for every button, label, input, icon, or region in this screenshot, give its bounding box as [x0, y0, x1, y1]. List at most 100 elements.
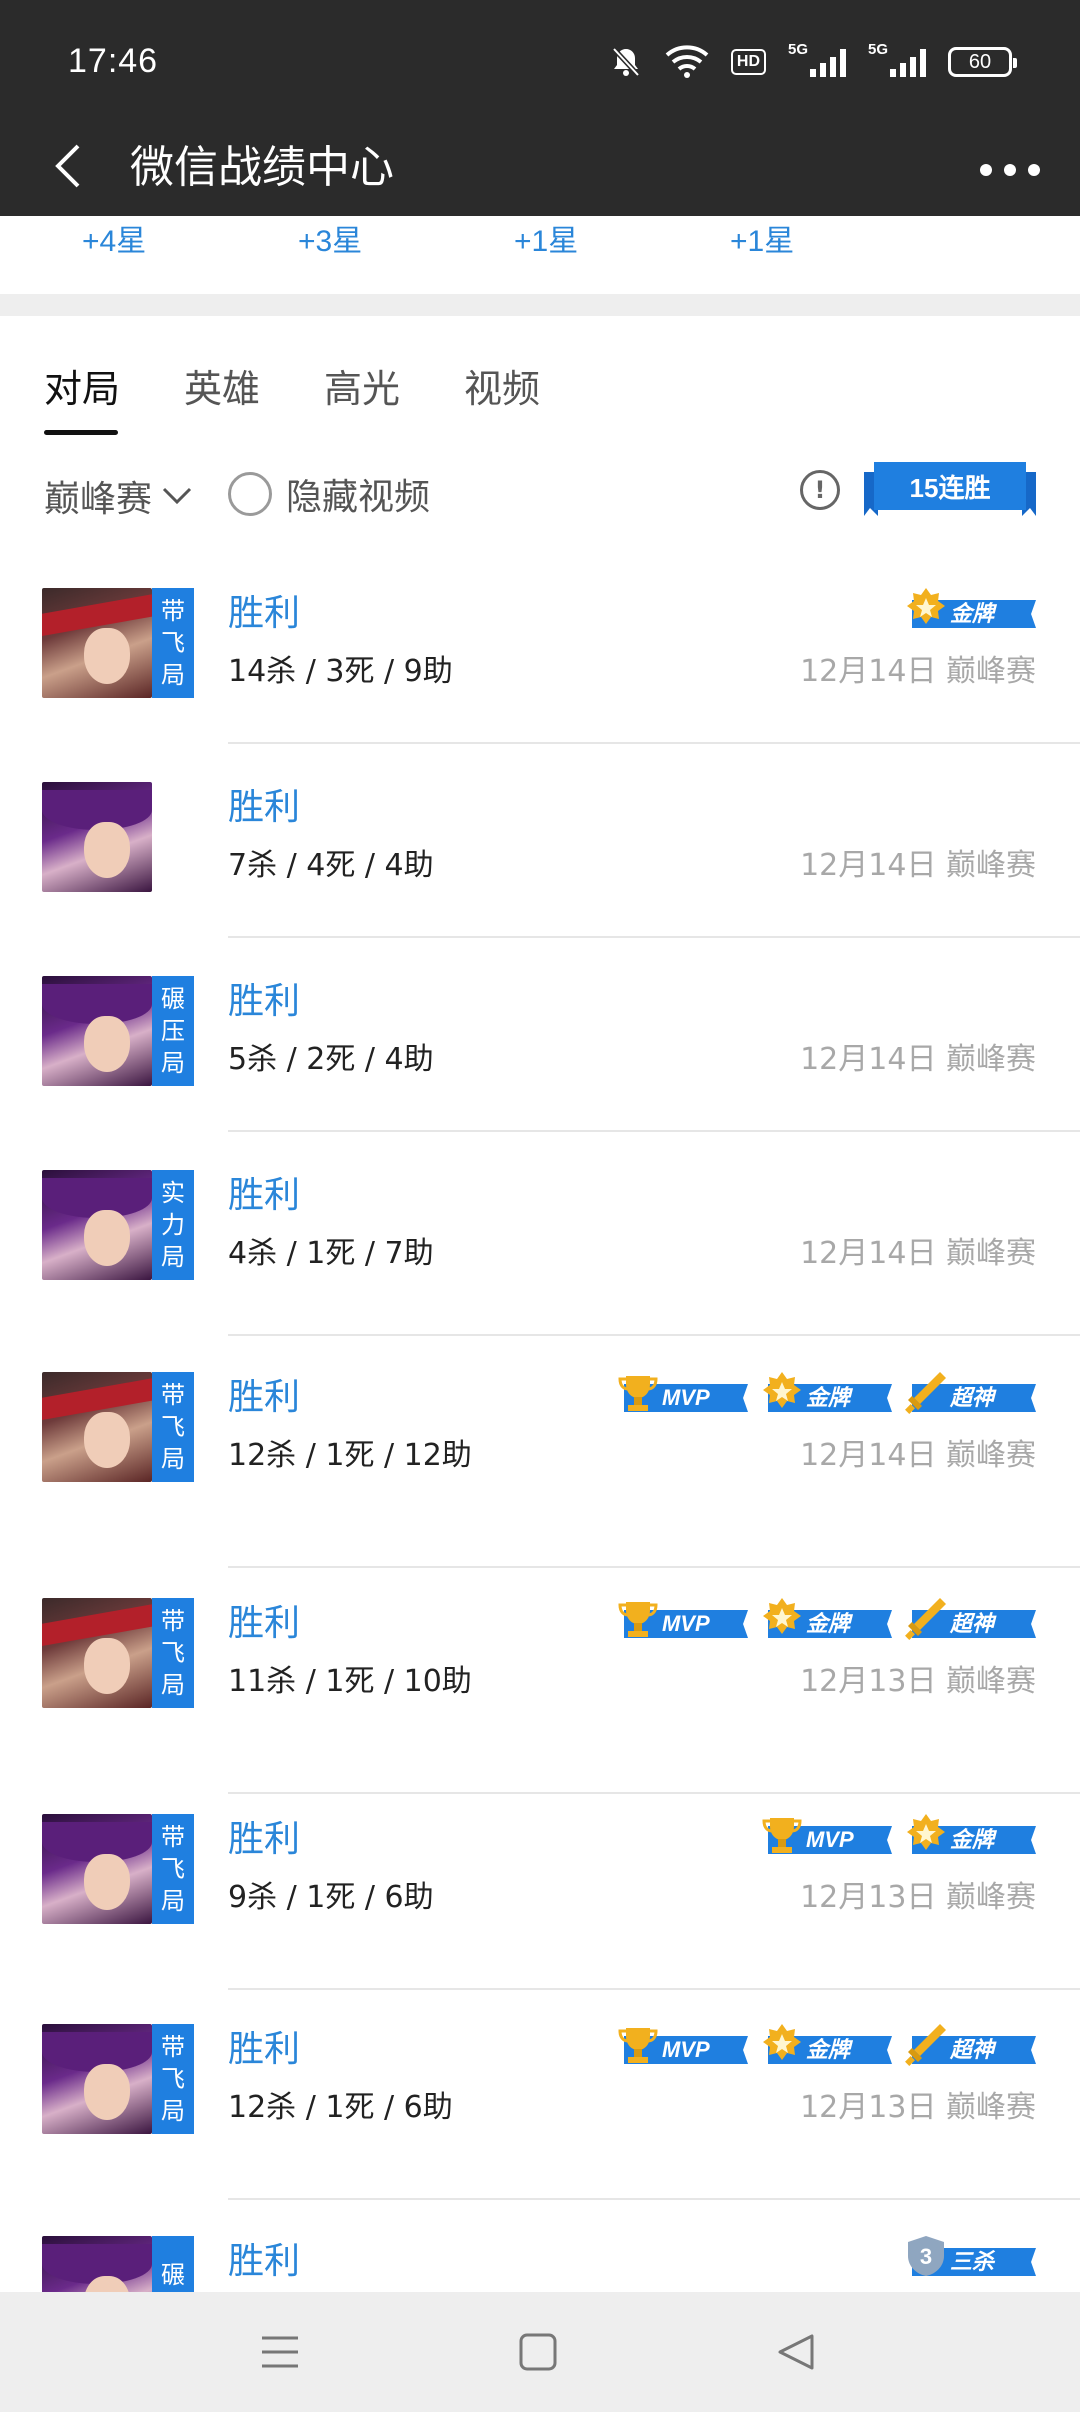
radio-button[interactable]: [228, 472, 272, 516]
achievement-badges: MVP 金牌: [760, 1812, 1036, 1856]
match-type-tag: 实力局: [152, 1170, 194, 1280]
match-row[interactable]: 带飞局胜利 12杀 / 1死 / 12助 12月14日 巅峰赛 MVP 金牌 超神: [0, 1350, 1080, 1568]
more-menu-button[interactable]: [980, 150, 1040, 190]
triple-kill-shield-icon: 3: [904, 2234, 948, 2278]
mute-bell-icon: [609, 45, 643, 79]
hero-avatar: [42, 1814, 152, 1924]
achievement-badge: MVP: [616, 2022, 748, 2066]
match-type-tag-char: 带: [161, 597, 185, 625]
hero-avatar: [42, 1598, 152, 1708]
home-nav-button[interactable]: [508, 2322, 568, 2382]
match-mode: 巅峰赛: [946, 1664, 1036, 1699]
achievement-badge: 3 三杀: [904, 2234, 1036, 2278]
match-type-tag-char: 带: [161, 1823, 185, 1851]
row-divider: [228, 1566, 1080, 1568]
achievement-badge: 金牌: [760, 1596, 892, 1640]
achievement-badges: 3 三杀: [904, 2234, 1036, 2278]
menu-nav-button[interactable]: [250, 2322, 310, 2382]
hero-avatar: [42, 976, 152, 1086]
badge-label: MVP: [662, 1385, 710, 1410]
match-result: 胜利: [228, 2241, 301, 2282]
menu-icon: [262, 2336, 298, 2368]
match-type-tag: 带飞局: [152, 1814, 194, 1924]
achievement-badge: 超神: [904, 1370, 1036, 1414]
match-row[interactable]: 实力局胜利 4杀 / 1死 / 7助 12月14日 巅峰赛: [0, 1142, 1080, 1336]
star-gain-2: +3星: [298, 225, 363, 258]
match-row[interactable]: 带飞局胜利 12杀 / 1死 / 6助 12月13日 巅峰赛 MVP 金牌 超神: [0, 1996, 1080, 2200]
hero-avatar: [42, 2024, 152, 2134]
tab-heroes[interactable]: 英雄: [184, 358, 260, 413]
match-kda: 12杀 / 1死 / 12助: [228, 1438, 472, 1473]
achievement-badge: MVP: [616, 1596, 748, 1640]
signal-label-1: 5G: [788, 41, 809, 58]
achievement-badge: 金牌: [904, 586, 1036, 630]
match-result: 胜利: [228, 981, 301, 1022]
tab-highlights[interactable]: 高光: [324, 358, 400, 413]
tab-videos[interactable]: 视频: [464, 358, 540, 413]
match-result: 胜利: [228, 1603, 301, 1644]
badge-label: 金牌: [950, 1827, 995, 1852]
back-nav-button[interactable]: [766, 2322, 826, 2382]
achievement-badges: MVP 金牌 超神: [616, 1370, 1036, 1414]
match-date: 12月14日: [800, 1042, 937, 1077]
match-date-mode: 12月14日 巅峰赛: [800, 1430, 1036, 1474]
match-date: 12月14日: [800, 654, 937, 689]
trophy-icon: [760, 1812, 804, 1856]
match-mode: 巅峰赛: [946, 654, 1036, 689]
mode-dropdown[interactable]: 巅峰赛: [44, 470, 192, 522]
signal-5g-icon-2: 5G: [868, 41, 926, 77]
status-icons: HD 5G 5G 60: [609, 41, 1017, 82]
row-divider: [228, 2198, 1080, 2200]
match-row[interactable]: 碾压局胜利 5杀 / 2死 / 4助 12月14日 巅峰赛: [0, 948, 1080, 1132]
match-type-tag-char: 飞: [161, 1855, 185, 1883]
match-result: 胜利: [228, 593, 301, 634]
match-type-tag-char: 带: [161, 1607, 185, 1635]
match-type-tag-char: 飞: [161, 1413, 185, 1441]
gold-medal-icon: [760, 2022, 804, 2066]
match-date: 12月14日: [800, 1236, 937, 1271]
badge-label: 超神: [950, 2037, 995, 2062]
match-row[interactable]: 带飞局胜利 11杀 / 1死 / 10助 12月13日 巅峰赛 MVP 金牌 超神: [0, 1576, 1080, 1794]
match-mode: 巅峰赛: [946, 848, 1036, 883]
match-date-mode: 12月13日 巅峰赛: [800, 1872, 1036, 1916]
match-type-tag-char: 实: [161, 1179, 185, 1207]
badge-label: MVP: [662, 1611, 710, 1636]
gold-medal-icon: [904, 1812, 948, 1856]
trophy-icon: [616, 1370, 660, 1414]
match-result: 胜利: [228, 1175, 301, 1216]
match-date: 12月13日: [800, 1880, 937, 1915]
match-row[interactable]: 带飞局胜利 14杀 / 3死 / 9助 12月14日 巅峰赛 金牌: [0, 560, 1080, 744]
achievement-badges: 金牌: [904, 586, 1036, 630]
info-icon[interactable]: !: [800, 470, 840, 510]
match-type-tag-char: 局: [161, 661, 185, 689]
signal-5g-icon-1: 5G: [788, 41, 846, 77]
badge-label: MVP: [806, 1827, 854, 1852]
back-button[interactable]: [40, 138, 96, 194]
match-type-tag-char: 局: [161, 1243, 185, 1271]
sword-icon: [904, 1596, 948, 1640]
match-row[interactable]: 带飞局胜利 9杀 / 1死 / 6助 12月13日 巅峰赛 MVP 金牌: [0, 1786, 1080, 1990]
match-date: 12月14日: [800, 848, 937, 883]
badge-label: 超神: [950, 1385, 995, 1410]
match-type-tag-char: 局: [161, 1445, 185, 1473]
match-type-tag: 带飞局: [152, 1598, 194, 1708]
tab-matches[interactable]: 对局: [44, 358, 120, 413]
row-divider: [228, 742, 1080, 744]
match-date-mode: 12月13日 巅峰赛: [800, 1656, 1036, 1700]
status-time: 17:46: [68, 42, 159, 80]
back-triangle-icon: [778, 2334, 814, 2370]
svg-text:3: 3: [920, 2244, 932, 2269]
star-gain-4: +1星: [730, 225, 795, 258]
status-bar: 17:46 HD 5G 5G 60: [0, 0, 1080, 124]
signal-label-2: 5G: [868, 41, 889, 58]
badge-label: 金牌: [806, 1385, 851, 1410]
match-type-tag-char: 局: [161, 1671, 185, 1699]
match-result: 胜利: [228, 2029, 301, 2070]
match-date-mode: 12月14日 巅峰赛: [800, 646, 1036, 690]
hide-video-toggle[interactable]: 隐藏视频: [228, 468, 430, 520]
match-kda: 7杀 / 4死 / 4助: [228, 848, 434, 883]
match-row[interactable]: 胜利 7杀 / 4死 / 4助 12月14日 巅峰赛: [0, 754, 1080, 938]
